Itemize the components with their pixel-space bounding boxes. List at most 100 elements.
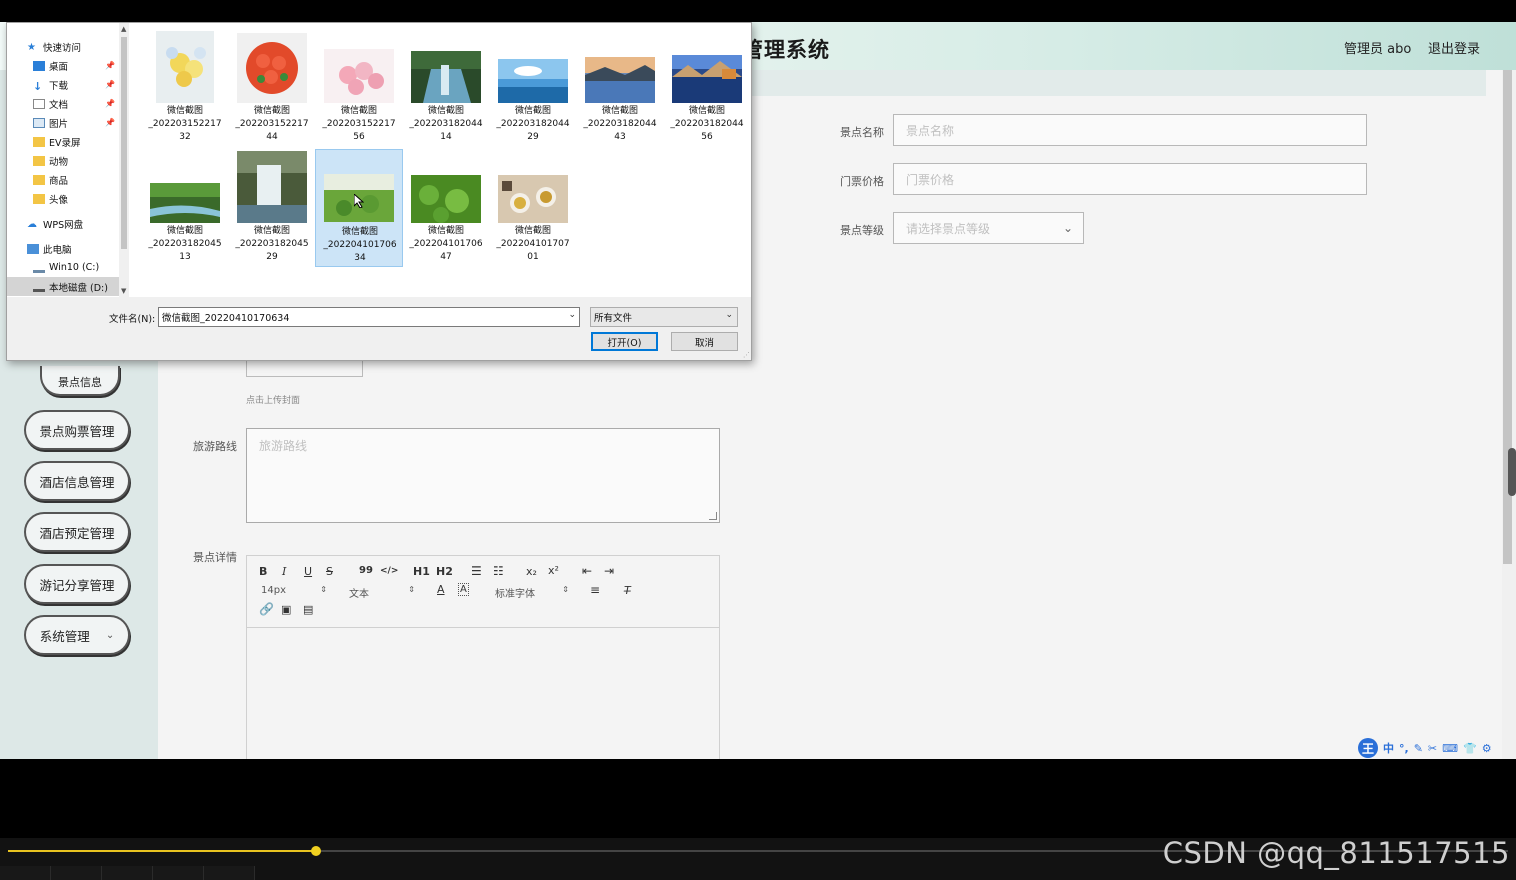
image-icon[interactable]: ▣ bbox=[281, 603, 291, 616]
indent-icon[interactable]: ⇥ bbox=[604, 564, 614, 578]
file-item[interactable]: 微信截图 _202203182045 29 bbox=[228, 149, 316, 267]
nav-folder-products[interactable]: 商品 bbox=[7, 170, 119, 189]
sidebar-item-hotel-info[interactable]: 酒店信息管理 bbox=[24, 461, 130, 501]
file-item[interactable]: 微信截图 _202203182044 29 bbox=[489, 29, 577, 147]
resize-grip-icon[interactable] bbox=[709, 512, 717, 520]
ime-handwrite-icon[interactable]: ✎ bbox=[1414, 742, 1423, 755]
player-tile[interactable] bbox=[51, 866, 102, 880]
subscript-button[interactable]: x₂ bbox=[526, 565, 537, 578]
sidebar-item-hotel-booking[interactable]: 酒店预定管理 bbox=[24, 512, 130, 552]
file-name: 微信截图 _202203182044 29 bbox=[496, 106, 570, 142]
nav-drive-d[interactable]: 本地磁盘 (D:) bbox=[7, 277, 119, 296]
nav-pictures[interactable]: 图片 📌 bbox=[7, 113, 119, 132]
file-item[interactable]: 微信截图 _202203182044 56 bbox=[663, 29, 751, 147]
ime-settings-icon[interactable]: ⚙ bbox=[1482, 742, 1492, 755]
bold-button[interactable]: B bbox=[259, 565, 267, 578]
font-size-select[interactable]: 14px ⇕ bbox=[261, 585, 327, 599]
file-item[interactable]: 微信截图 _202203152217 32 bbox=[141, 29, 229, 147]
nav-quick-access[interactable]: ★ 快速访问 bbox=[7, 37, 119, 56]
travel-route-textarea[interactable]: 旅游路线 bbox=[246, 428, 720, 523]
player-tile[interactable] bbox=[204, 866, 255, 880]
file-name: 微信截图 _202203152217 32 bbox=[148, 106, 222, 142]
rich-text-editor[interactable]: B I U S 99 </> H1 H2 ☰ ☷ x₂ x² ⇤ ⇥ 14px bbox=[246, 555, 720, 759]
nav-downloads[interactable]: ↓ 下载 📌 bbox=[7, 75, 119, 94]
scenic-level-select[interactable]: 请选择景点等级 ⌄ bbox=[893, 212, 1084, 244]
player-tile[interactable] bbox=[102, 866, 153, 880]
sidebar-item-label: 景点购票管理 bbox=[39, 423, 115, 439]
nav-scrollbar[interactable]: ▲ ▼ bbox=[119, 23, 129, 297]
italic-button[interactable]: I bbox=[282, 565, 286, 578]
file-item[interactable]: 微信截图 _202203182044 43 bbox=[576, 29, 664, 147]
nav-folder-avatars[interactable]: 头像 bbox=[7, 189, 119, 208]
sidebar-item-ticket-management[interactable]: 景点购票管理 bbox=[24, 410, 130, 450]
scrollbar-thumb[interactable] bbox=[121, 37, 127, 249]
logout-link[interactable]: 退出登录 bbox=[1428, 38, 1480, 57]
scroll-down-icon[interactable]: ▼ bbox=[121, 287, 126, 295]
blockquote-button[interactable]: 99 bbox=[359, 565, 373, 576]
file-name: 微信截图 _202203182045 29 bbox=[235, 226, 309, 262]
file-item[interactable]: 微信截图 _202203182045 13 bbox=[141, 149, 229, 267]
filename-input[interactable]: 微信截图_20220410170634 ⌄ bbox=[158, 307, 580, 327]
paragraph-value: 文本 bbox=[349, 589, 369, 600]
sidebar-item-travel-notes[interactable]: 游记分享管理 bbox=[24, 564, 130, 604]
h1-button[interactable]: H1 bbox=[413, 565, 430, 578]
link-icon[interactable]: 🔗 bbox=[259, 602, 274, 616]
superscript-button[interactable]: x² bbox=[548, 564, 559, 577]
updown-icon: ⇕ bbox=[320, 585, 327, 594]
file-item[interactable]: 微信截图 _202204101707 01 bbox=[489, 149, 577, 267]
nav-folder-animals[interactable]: 动物 bbox=[7, 151, 119, 170]
ime-toolbar[interactable]: 王 中 °, ✎ ✂ ⌨ 👕 ⚙ bbox=[1358, 737, 1492, 759]
filetype-select[interactable]: 所有文件 ⌄ bbox=[590, 307, 738, 327]
file-item-selected[interactable]: 微信截图 _202204101706 34 bbox=[315, 149, 403, 267]
progress-knob[interactable] bbox=[310, 846, 321, 856]
ime-logo-icon[interactable]: 王 bbox=[1358, 738, 1378, 758]
chevron-down-icon[interactable]: ⌄ bbox=[568, 310, 576, 320]
code-button[interactable]: </> bbox=[380, 566, 398, 576]
file-item[interactable]: 微信截图 _202203152217 44 bbox=[228, 29, 316, 147]
strike-button[interactable]: S bbox=[326, 565, 333, 578]
nav-this-pc[interactable]: 此电脑 bbox=[7, 239, 119, 258]
nav-desktop[interactable]: 桌面 📌 bbox=[7, 56, 119, 75]
player-tile[interactable] bbox=[0, 866, 51, 880]
file-item[interactable]: 微信截图 _202203182044 14 bbox=[402, 29, 490, 147]
ime-keyboard-icon[interactable]: ⌨ bbox=[1442, 742, 1458, 755]
nav-documents[interactable]: 文档 📌 bbox=[7, 94, 119, 113]
cancel-button[interactable]: 取消 bbox=[671, 332, 738, 351]
nav-drive-c[interactable]: Win10 (C:) bbox=[7, 258, 119, 277]
nav-folder-ev[interactable]: EV录屏 bbox=[7, 132, 119, 151]
ime-scissors-icon[interactable]: ✂ bbox=[1428, 742, 1437, 755]
ime-skin-icon[interactable]: 👕 bbox=[1463, 742, 1477, 755]
drive-icon bbox=[33, 263, 45, 273]
font-family-select[interactable]: 标准字体 ⇕ bbox=[495, 585, 569, 600]
nav-label: 下载 bbox=[49, 80, 69, 92]
page-scrollbar[interactable] bbox=[1502, 70, 1516, 759]
sidebar-item-scenic-info[interactable]: 景点信息 bbox=[40, 366, 120, 396]
font-color-icon[interactable]: A bbox=[437, 583, 445, 596]
folder-icon bbox=[33, 155, 45, 166]
tea-leaf-thumbnail bbox=[411, 175, 481, 223]
background-color-icon[interactable]: A bbox=[458, 583, 469, 596]
clear-format-icon[interactable]: T̶ bbox=[624, 584, 631, 597]
ticket-price-input[interactable]: 门票价格 bbox=[893, 163, 1367, 195]
file-item[interactable]: 微信截图 _202203152217 56 bbox=[315, 29, 403, 147]
h2-button[interactable]: H2 bbox=[436, 565, 453, 578]
underline-button[interactable]: U bbox=[304, 565, 312, 578]
ordered-list-icon[interactable]: ☰ bbox=[471, 564, 482, 578]
video-icon[interactable]: ▤ bbox=[303, 603, 313, 616]
video-side-handle[interactable] bbox=[1508, 448, 1516, 496]
align-icon[interactable]: ≡ bbox=[590, 583, 600, 597]
bullet-list-icon[interactable]: ☷ bbox=[493, 564, 504, 578]
scenic-name-input[interactable]: 景点名称 bbox=[893, 114, 1367, 146]
outdent-icon[interactable]: ⇤ bbox=[582, 564, 592, 578]
open-button[interactable]: 打开(O) bbox=[591, 332, 658, 351]
nav-wps-drive[interactable]: ☁ WPS网盘 bbox=[7, 214, 119, 233]
ime-chinese-toggle[interactable]: 中 bbox=[1383, 740, 1394, 756]
player-tile[interactable] bbox=[153, 866, 204, 880]
resize-grip-icon[interactable]: ⋰ bbox=[743, 351, 750, 359]
ime-punctuation-icon[interactable]: °, bbox=[1399, 742, 1409, 755]
folder-icon bbox=[33, 193, 45, 204]
paragraph-select[interactable]: 文本 ⇕ bbox=[349, 585, 415, 600]
scroll-up-icon[interactable]: ▲ bbox=[121, 25, 126, 33]
file-item[interactable]: 微信截图 _202204101706 47 bbox=[402, 149, 490, 267]
sidebar-item-system[interactable]: 系统管理 ⌄ bbox=[24, 615, 130, 655]
